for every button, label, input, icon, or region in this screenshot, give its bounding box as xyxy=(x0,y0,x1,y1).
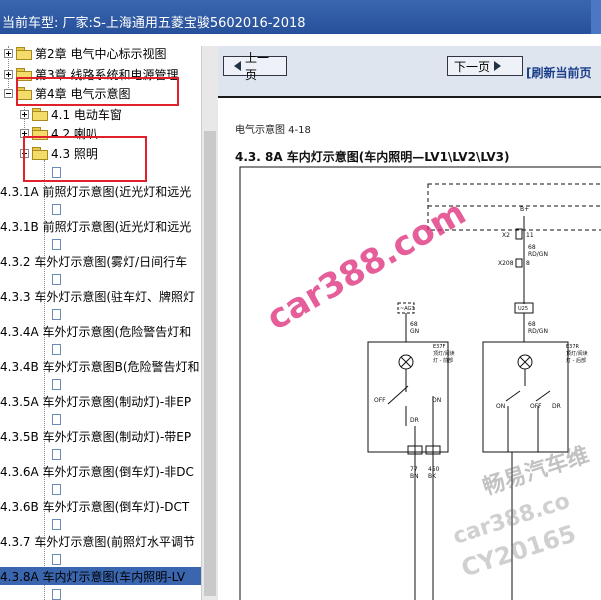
tree-doc-item[interactable] xyxy=(52,515,64,533)
document-icon xyxy=(52,308,61,320)
label-x2-pin: 11 xyxy=(526,232,534,239)
label-x208-pin: 8 xyxy=(526,260,530,267)
tree-item-4-1[interactable]: 4.1 电动车窗 xyxy=(20,105,122,123)
tree-item-4-3-4b[interactable]: 4.3.4B 车外灯示意图B(危险警告灯和 xyxy=(0,357,200,375)
scrollbar-thumb[interactable] xyxy=(204,131,216,596)
switch-rear-b xyxy=(535,390,551,402)
dashed-module-box xyxy=(427,183,601,231)
diagram-pane: 上一页 下一页 [刷新当前页 电气示意图 4-18 4.3. 8A 车内灯示意图… xyxy=(218,46,601,600)
highlight-box-chapter-4 xyxy=(16,77,179,106)
document-icon xyxy=(52,518,61,530)
tree-doc-item[interactable] xyxy=(52,200,64,218)
document-icon xyxy=(52,483,61,495)
current-model-label: 当前车型: 厂家:S-上海通用五菱宝骏5602016-2018 xyxy=(2,16,306,31)
label-wire-left: 68 GN xyxy=(410,321,419,335)
label-dr2: DR xyxy=(552,403,561,410)
document-icon xyxy=(52,203,61,215)
tree-item-4-3-1b[interactable]: 4.3.1B 前照灯示意图(近光灯和远光 xyxy=(0,217,191,235)
connector-x208 xyxy=(515,258,523,268)
diagram-frame xyxy=(239,166,601,600)
tree-doc-item[interactable] xyxy=(52,480,64,498)
label-on2: ON xyxy=(496,403,505,410)
document-icon xyxy=(52,588,61,600)
label-ag3: ~AG3 xyxy=(400,306,415,312)
expand-icon[interactable] xyxy=(4,48,13,58)
folder-icon xyxy=(16,47,32,60)
tree-doc-item[interactable] xyxy=(52,340,64,358)
tree-item-4-3-6a[interactable]: 4.3.6A 车外灯示意图(倒车灯)-非DC xyxy=(0,462,194,480)
tree-item-4-3-5a[interactable]: 4.3.5A 车外灯示意图(制动灯)-非EP xyxy=(0,392,191,410)
highlight-box-4-3 xyxy=(23,136,147,182)
expand-icon[interactable] xyxy=(20,109,29,119)
tree-item-4-3-4a[interactable]: 4.3.4A 车外灯示意图(危险警告灯和 xyxy=(0,322,191,340)
document-icon xyxy=(52,273,61,285)
lamp-rear-box xyxy=(482,341,569,453)
folder-icon xyxy=(32,108,48,121)
switch-front xyxy=(387,385,409,405)
label-wire-68: 68 RD/GN xyxy=(528,244,548,258)
tree-doc-item[interactable] xyxy=(52,585,64,600)
label-wire-450: 450 BK xyxy=(428,466,440,480)
tree-scrollbar[interactable] xyxy=(201,46,219,600)
label-e37r: E37R 顶灯/阅读灯 - 后部 xyxy=(566,344,588,364)
document-icon xyxy=(52,553,61,565)
document-icon xyxy=(52,413,61,425)
tree-item-4-3-6b[interactable]: 4.3.6B 车外灯示意图(倒车灯)-DCT xyxy=(0,497,189,515)
document-icon xyxy=(52,448,61,460)
tree-item-4-3-1a[interactable]: 4.3.1A 前照灯示意图(近光灯和远光 xyxy=(0,182,191,200)
tree-doc-item[interactable] xyxy=(52,550,64,568)
label-off2: OFF xyxy=(530,403,542,410)
label-on: ON xyxy=(432,397,441,404)
tree-item-chapter-2[interactable]: 第2章 电气中心标示视图 xyxy=(4,46,166,62)
chapter-tree: 第2章 电气中心标示视图 第3章 线路系统和电源管理 第4章 电气示意图 4.1… xyxy=(0,46,201,600)
label-wire-77: 77 BN xyxy=(410,466,419,480)
title-bar: 当前车型: 厂家:S-上海通用五菱宝骏5602016-2018 xyxy=(0,0,601,34)
label-dr: DR xyxy=(410,417,419,424)
toolbar-band xyxy=(0,34,601,46)
document-icon xyxy=(52,378,61,390)
document-icon xyxy=(52,343,61,355)
tree-doc-item[interactable] xyxy=(52,410,64,428)
tree-item-4-3-8a-selected[interactable]: 4.3.8A 车内灯示意图(车内照明-LV xyxy=(0,567,201,585)
label-bplus: B+ xyxy=(520,206,529,213)
switch-rear-a xyxy=(505,390,521,402)
tree-item-4-3-7[interactable]: 4.3.7 车外灯示意图(前照灯水平调节 xyxy=(0,532,195,550)
document-icon xyxy=(52,238,61,250)
tree-doc-item[interactable] xyxy=(52,305,64,323)
label-e37f: E37F 顶灯/阅读灯 - 前部 xyxy=(433,344,455,364)
tree-item-4-3-5b[interactable]: 4.3.5B 车外灯示意图(制动灯)-带EP xyxy=(0,427,191,445)
label-off: OFF xyxy=(374,397,386,404)
label-u25: U25 xyxy=(518,306,528,312)
tree-item-4-3-3[interactable]: 4.3.3 车外灯示意图(驻车灯、牌照灯 xyxy=(0,287,195,305)
tree-doc-item[interactable] xyxy=(52,445,64,463)
tree-doc-item[interactable] xyxy=(52,375,64,393)
collapse-icon[interactable] xyxy=(4,88,13,98)
label-x2: X2 xyxy=(502,232,510,239)
label-x208: X208 xyxy=(498,260,514,267)
tree-doc-item[interactable] xyxy=(52,270,64,288)
label-wire-68b: 68 RD/GN xyxy=(528,321,548,335)
tree-doc-item[interactable] xyxy=(52,235,64,253)
tree-item-4-3-2[interactable]: 4.3.2 车外灯示意图(雾灯/日间行车 xyxy=(0,252,187,270)
title-bar-edge xyxy=(591,0,601,34)
wiring-diagram: B+ X2 11 68 RD/GN X208 8 U25 68 RD/GN ~AG3… xyxy=(239,166,601,600)
expand-icon[interactable] xyxy=(4,69,13,79)
